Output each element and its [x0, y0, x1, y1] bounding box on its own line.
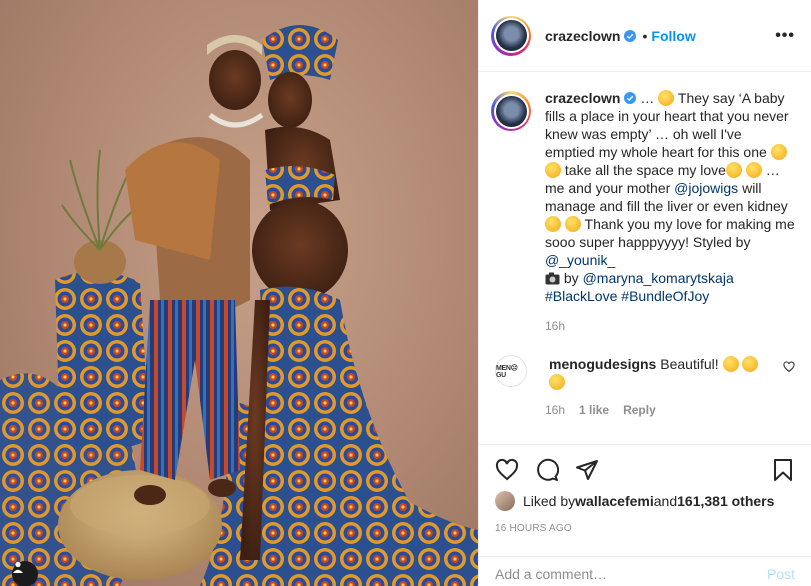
grin-emoji	[564, 216, 581, 232]
heart-icon[interactable]	[495, 458, 519, 482]
comment-meta: 16h 1 like Reply	[545, 403, 795, 417]
separator-dot: •	[642, 27, 648, 44]
likes-count[interactable]: 161,381 others	[677, 493, 774, 509]
comment-text: menogudesigns Beautiful!	[549, 355, 761, 391]
hashtag-link[interactable]: #BlackLove	[545, 288, 617, 304]
bookmark-icon[interactable]	[771, 458, 795, 482]
smiling-hearts-emoji	[725, 162, 742, 178]
comment-username[interactable]: menogudesigns	[549, 356, 656, 372]
follow-button[interactable]: Follow	[651, 28, 695, 44]
caption-time[interactable]: 16h	[545, 319, 565, 333]
heart-eyes-emoji	[742, 356, 759, 372]
mention-link[interactable]: @maryna_komarytskaja	[583, 270, 734, 286]
heart-eyes-emoji	[549, 374, 565, 390]
comment-row: MEN☹GU menogudesigns Beautiful!	[491, 355, 795, 391]
verified-icon	[624, 29, 637, 42]
heart-eyes-emoji	[722, 356, 739, 372]
comments-list[interactable]: crazeclown … They say ‘A baby fills a pl…	[479, 73, 811, 444]
liker-avatar[interactable]	[495, 491, 515, 511]
camera-icon	[545, 272, 560, 285]
heart-eyes-emoji	[545, 162, 561, 178]
action-bar	[495, 445, 795, 495]
comment-input[interactable]	[495, 565, 767, 582]
heart-eyes-emoji	[745, 162, 762, 178]
post-actions: Liked by wallacefemi and 161,381 others …	[479, 444, 811, 534]
comment-icon[interactable]	[535, 458, 559, 482]
user-tag-icon[interactable]	[12, 561, 38, 586]
add-comment-bar: Post	[479, 556, 811, 586]
smiling-hearts-emoji	[770, 144, 787, 160]
mention-link[interactable]: @_younik_	[545, 252, 615, 268]
photo-illustration	[0, 25, 478, 586]
mention-link[interactable]: @jojowigs	[674, 180, 738, 196]
share-icon[interactable]	[575, 458, 599, 482]
reply-button[interactable]: Reply	[623, 403, 656, 417]
post-button[interactable]: Post	[767, 566, 795, 582]
avatar[interactable]: MEN☹GU	[495, 355, 527, 387]
comment-likes[interactable]: 1 like	[579, 403, 609, 417]
tired-face-emoji	[545, 216, 561, 232]
header-username[interactable]: crazeclown	[545, 28, 620, 44]
post-timestamp[interactable]: 16 HOURS AGO	[495, 523, 795, 534]
caption-text: crazeclown … They say ‘A baby fills a pl…	[545, 90, 795, 304]
caption-meta: 16h	[545, 319, 795, 333]
avatar[interactable]	[491, 91, 531, 131]
caption-row: crazeclown … They say ‘A baby fills a pl…	[491, 89, 795, 305]
heart-icon[interactable]	[783, 361, 795, 373]
verified-icon	[624, 92, 637, 104]
caption-username[interactable]: crazeclown	[545, 90, 620, 106]
likes-summary: Liked by wallacefemi and 161,381 others	[495, 491, 795, 511]
post-photo[interactable]	[0, 0, 478, 586]
more-icon[interactable]: •••	[775, 27, 795, 45]
avatar[interactable]	[491, 15, 531, 56]
liker-username[interactable]: wallacefemi	[575, 493, 654, 509]
smiling-hearts-emoji	[658, 90, 675, 106]
post-side-panel: crazeclown • Follow ••• crazeclown … The…	[478, 0, 811, 586]
comment-time[interactable]: 16h	[545, 403, 565, 417]
hashtag-link[interactable]: #BundleOfJoy	[621, 288, 709, 304]
post-header: crazeclown • Follow •••	[479, 0, 811, 72]
